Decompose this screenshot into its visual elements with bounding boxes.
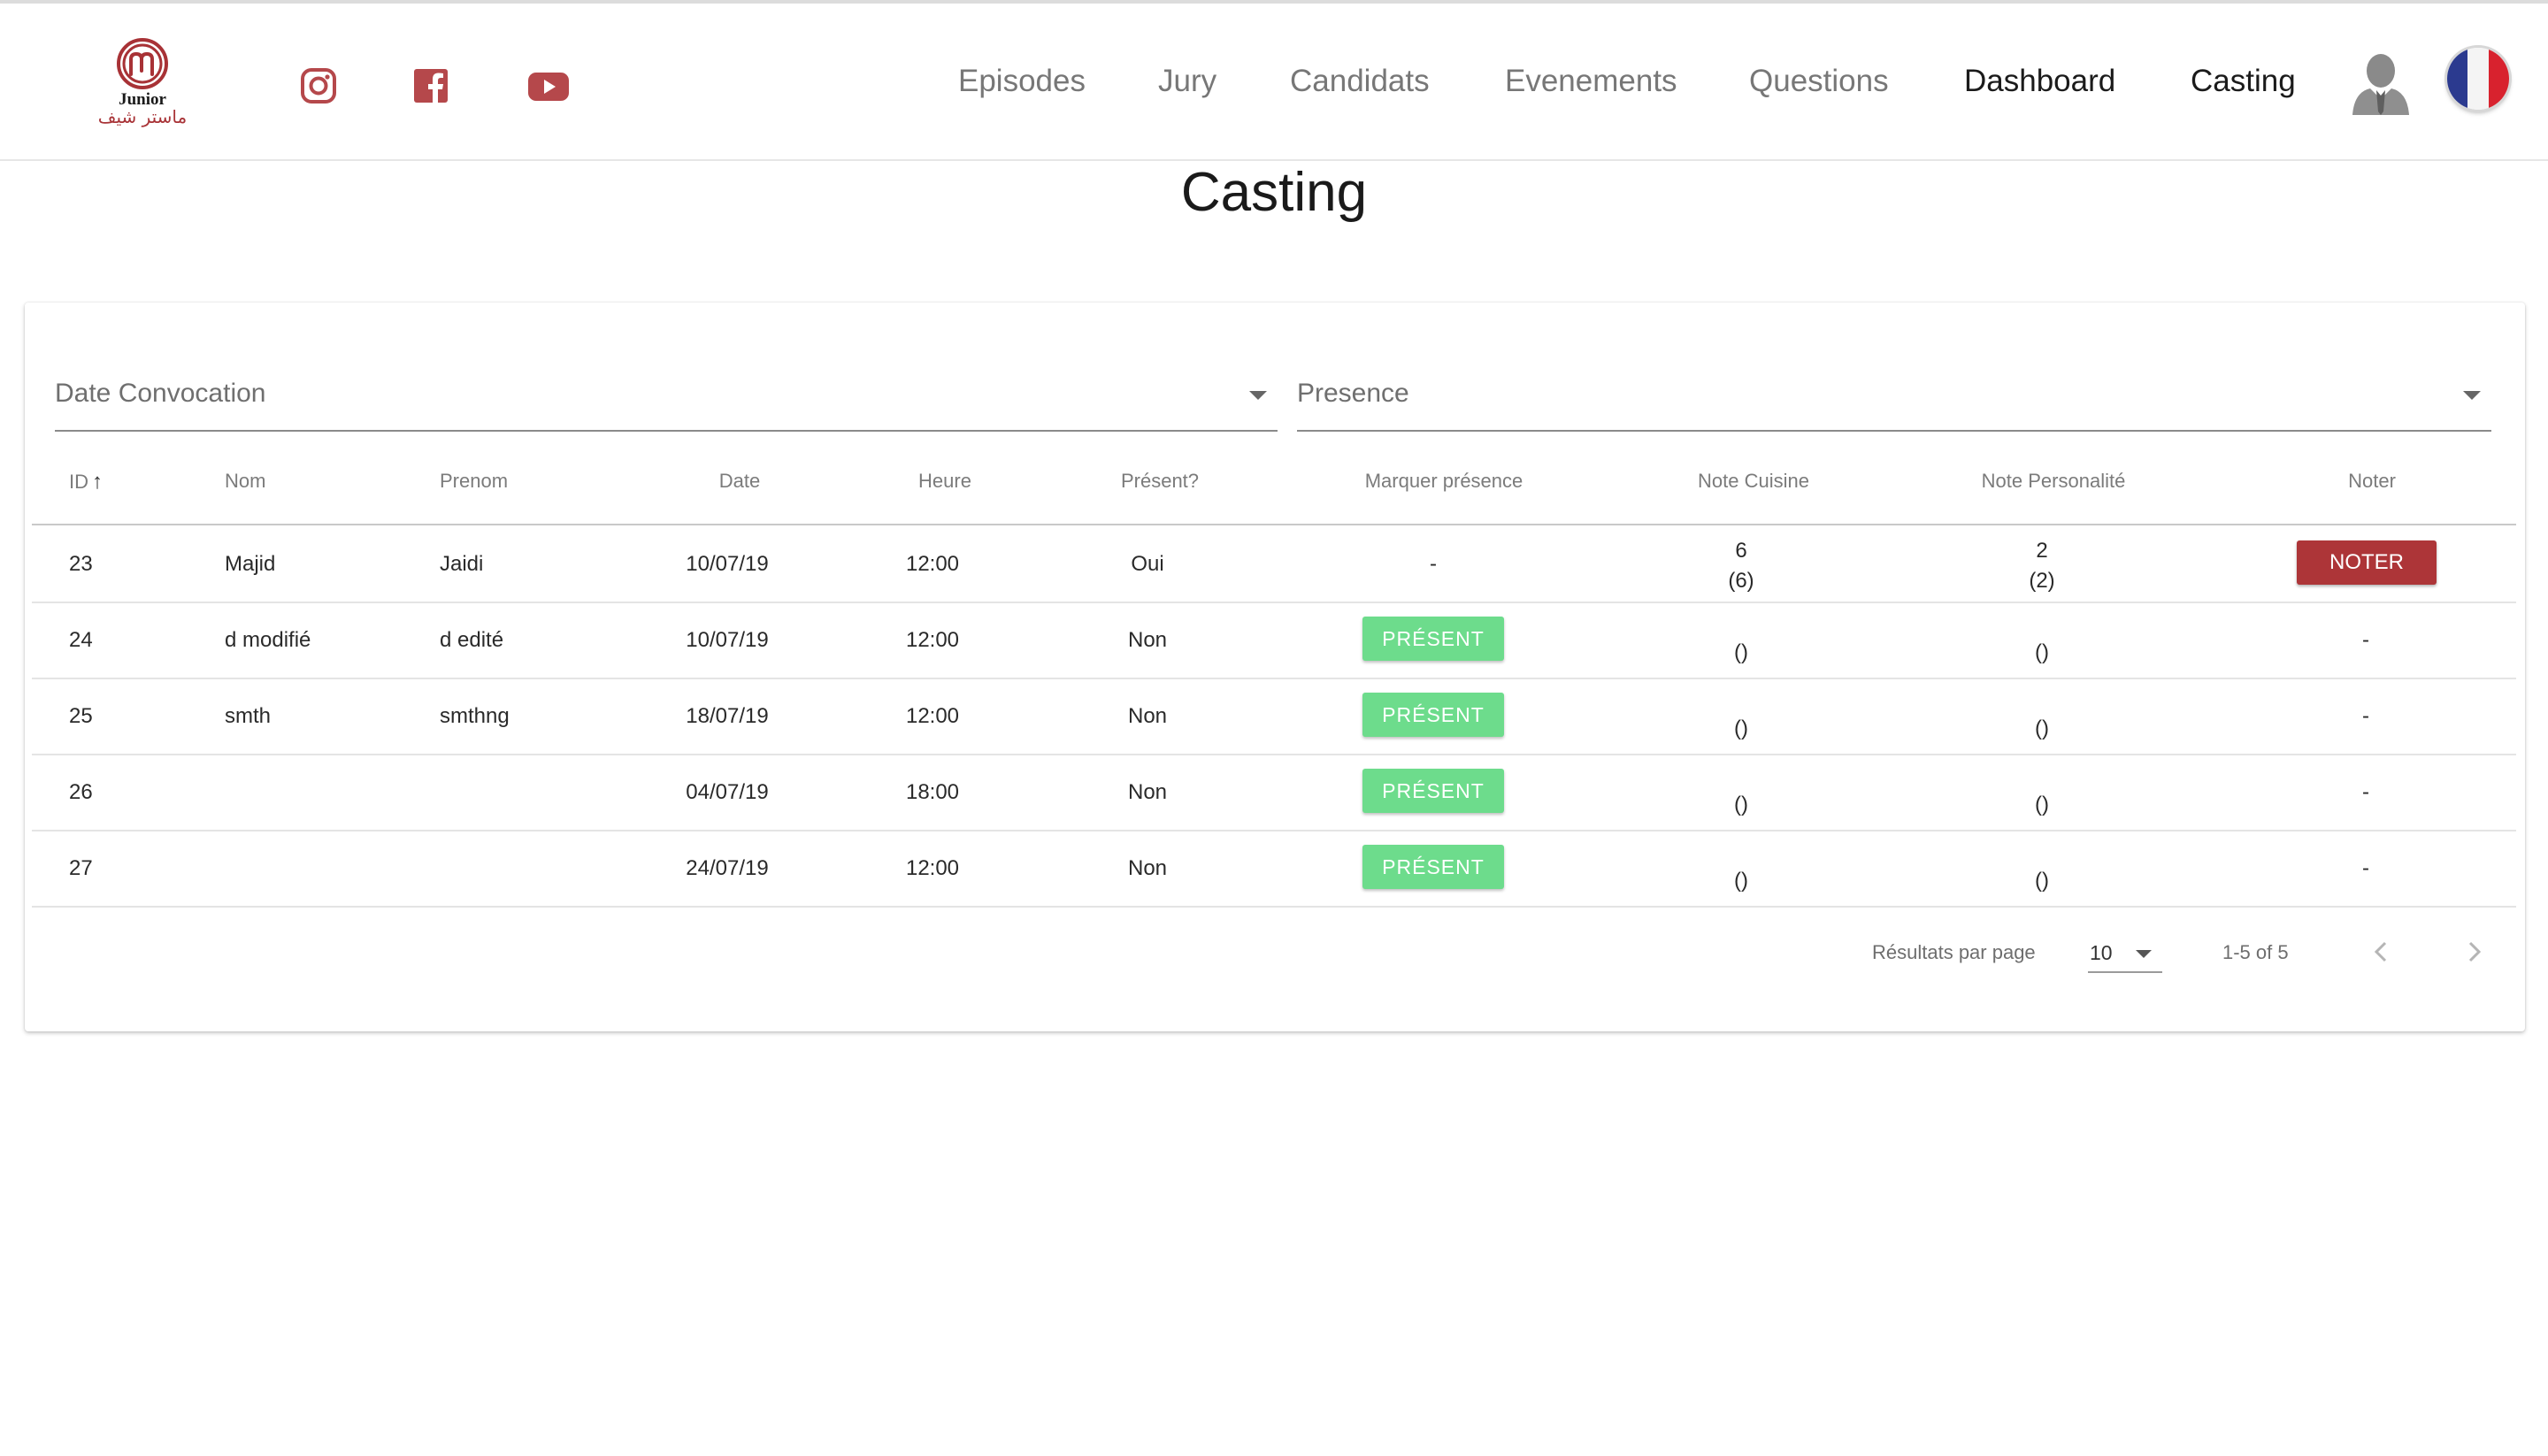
nav-jury[interactable]: Jury	[1158, 64, 1216, 99]
nav-evenements[interactable]: Evenements	[1505, 64, 1677, 99]
column-header-nom[interactable]: Nom	[225, 470, 265, 493]
cell-heure: 12:00	[905, 552, 960, 576]
cell-noter: -	[2362, 780, 2369, 804]
mark-present-button[interactable]: PRÉSENT	[1362, 845, 1504, 889]
column-header-prenom[interactable]: Prenom	[440, 470, 508, 493]
cell-present: Non	[1127, 780, 1168, 804]
chevron-down-icon	[1249, 391, 1267, 400]
instagram-icon[interactable]	[298, 65, 339, 106]
cell-noter: -	[2362, 856, 2369, 880]
cell-note-personalite: ()	[2035, 640, 2049, 664]
cell-prenom: d edité	[440, 628, 504, 652]
table-row[interactable]: 23 Majid Jaidi 10/07/19 12:00 Oui - 6 (6…	[32, 525, 2516, 603]
column-header-date[interactable]: Date	[719, 470, 760, 493]
cell-note-cuisine: ()	[1734, 793, 1748, 816]
cell-id: 26	[69, 780, 93, 804]
pagination-range: 1-5 of 5	[2222, 941, 2289, 963]
table-row[interactable]: 27 24/07/19 12:00 Non PRÉSENT () () -	[32, 830, 2516, 908]
presence-label: Presence	[1297, 379, 1409, 408]
cell-date: 10/07/19	[686, 628, 769, 652]
mark-present-button[interactable]: PRÉSENT	[1362, 769, 1504, 813]
chevron-left-icon[interactable]	[2362, 932, 2401, 971]
cell-nom: smth	[225, 704, 272, 728]
user-avatar-icon[interactable]	[2350, 48, 2412, 115]
casting-table-card: Date Convocation Presence ID ↑ Nom Prenom…	[25, 303, 2525, 1031]
cell-date: 18/07/19	[686, 704, 769, 728]
note-cuisine-sub: (6)	[1728, 569, 1754, 593]
date-convocation-select[interactable]: Date Convocation	[55, 363, 1278, 432]
top-navbar: Junior ماستر شيف Episodes Jury Candidats…	[0, 4, 2548, 161]
cell-date: 10/07/19	[686, 552, 769, 576]
chevron-right-icon[interactable]	[2454, 932, 2493, 971]
cell-note-cuisine: ()	[1734, 640, 1748, 664]
nav-candidats[interactable]: Candidats	[1290, 64, 1430, 99]
cell-heure: 12:00	[905, 856, 960, 880]
chevron-down-icon	[2463, 391, 2481, 400]
cell-heure: 12:00	[905, 628, 960, 652]
cell-noter: -	[2362, 704, 2369, 728]
cell-present: Non	[1127, 704, 1168, 728]
mark-present-button[interactable]: PRÉSENT	[1362, 693, 1504, 737]
cell-note-personalite: 2 (2)	[2029, 536, 2054, 596]
results-per-page-select[interactable]: 10	[2088, 932, 2162, 973]
note-perso-sub: (2)	[2029, 569, 2055, 593]
date-convocation-label: Date Convocation	[55, 379, 266, 408]
cell-note-cuisine: 6 (6)	[1728, 536, 1754, 596]
cell-note-cuisine: ()	[1734, 869, 1748, 893]
nav-questions[interactable]: Questions	[1749, 64, 1889, 99]
cell-noter: -	[2362, 628, 2369, 652]
cell-marquer-presence: -	[1430, 552, 1437, 576]
cell-heure: 12:00	[905, 704, 960, 728]
facebook-icon[interactable]	[411, 65, 451, 106]
column-header-noter[interactable]: Noter	[2348, 470, 2396, 493]
mark-present-button[interactable]: PRÉSENT	[1362, 617, 1504, 661]
cell-note-personalite: ()	[2035, 869, 2049, 893]
youtube-icon[interactable]	[526, 65, 569, 106]
noter-button[interactable]: NOTER	[2297, 540, 2437, 585]
cell-date: 04/07/19	[686, 780, 769, 804]
presence-select[interactable]: Presence	[1297, 363, 2491, 432]
table-row[interactable]: 24 d modifié d edité 10/07/19 12:00 Non …	[32, 602, 2516, 679]
column-header-heure[interactable]: Heure	[918, 470, 971, 493]
logo-text-arabic: ماستر شيف	[97, 106, 188, 127]
cell-nom: Majid	[225, 552, 276, 576]
cell-note-personalite: ()	[2035, 793, 2049, 816]
table-row[interactable]: 26 04/07/19 18:00 Non PRÉSENT () () -	[32, 754, 2516, 831]
cell-present: Oui	[1131, 552, 1164, 576]
cell-prenom: Jaidi	[440, 552, 484, 576]
column-header-present[interactable]: Présent?	[1121, 470, 1199, 493]
cell-heure: 18:00	[905, 780, 960, 804]
arrow-up-icon[interactable]: ↑	[92, 470, 103, 494]
cell-nom: d modifié	[225, 628, 311, 652]
nav-dashboard[interactable]: Dashboard	[1964, 64, 2115, 99]
note-perso-value: 2	[2036, 539, 2048, 563]
page-title: Casting	[1180, 162, 1368, 223]
column-header-note-personalite[interactable]: Note Personalité	[1982, 470, 2126, 493]
cell-prenom: smthng	[440, 704, 510, 728]
column-header-marquer-presence[interactable]: Marquer présence	[1365, 470, 1523, 493]
results-per-page-label: Résultats par page	[1872, 941, 2036, 963]
column-header-note-cuisine[interactable]: Note Cuisine	[1698, 470, 1809, 493]
chevron-down-icon	[2136, 950, 2152, 958]
masterchef-junior-logo[interactable]: Junior ماستر شيف	[94, 35, 191, 133]
note-cuisine-value: 6	[1735, 539, 1747, 563]
french-flag-icon[interactable]	[2447, 48, 2509, 110]
nav-casting[interactable]: Casting	[2191, 64, 2296, 99]
cell-present: Non	[1127, 628, 1168, 652]
table-row[interactable]: 25 smth smthng 18/07/19 12:00 Non PRÉSEN…	[32, 678, 2516, 755]
cell-id: 27	[69, 856, 93, 880]
cell-id: 23	[69, 552, 93, 576]
cell-date: 24/07/19	[686, 856, 769, 880]
nav-episodes[interactable]: Episodes	[958, 64, 1086, 99]
cell-note-cuisine: ()	[1734, 717, 1748, 740]
cell-id: 25	[69, 704, 93, 728]
cell-id: 24	[69, 628, 93, 652]
cell-present: Non	[1127, 856, 1168, 880]
cell-note-personalite: ()	[2035, 717, 2049, 740]
column-header-id[interactable]: ID ↑	[69, 470, 103, 494]
results-per-page-value: 10	[2090, 941, 2113, 964]
